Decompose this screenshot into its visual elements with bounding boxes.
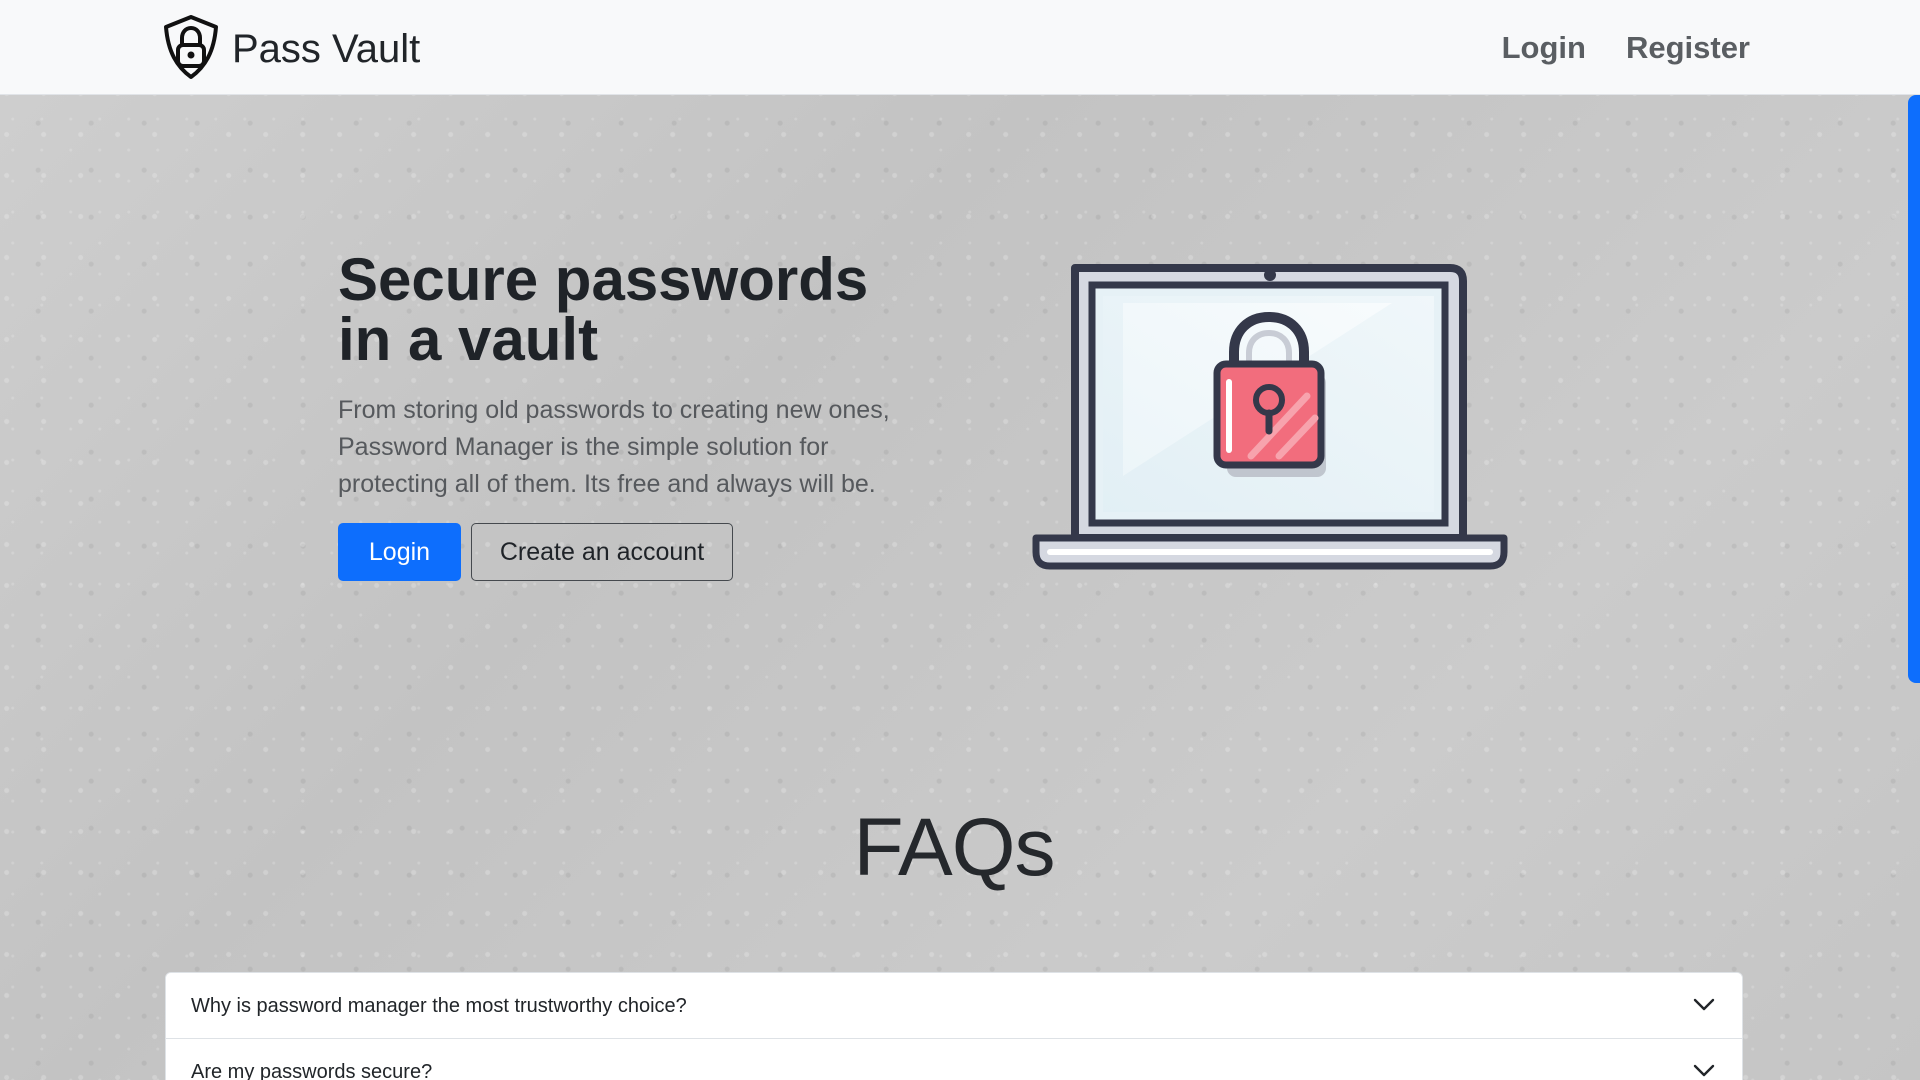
login-button[interactable]: Login — [338, 523, 461, 581]
brand-name: Pass Vault — [232, 26, 421, 71]
faq-question: Why is password manager the most trustwo… — [191, 995, 687, 1017]
chevron-down-icon — [1690, 991, 1718, 1019]
laptop-lock-icon — [1030, 260, 1510, 575]
chevron-down-icon — [1690, 1057, 1718, 1080]
top-navbar: Pass Vault Login Register — [0, 0, 1920, 95]
nav-login-link[interactable]: Login — [1502, 30, 1586, 66]
faq-title: FAQs — [853, 802, 1055, 893]
create-account-button[interactable]: Create an account — [471, 523, 733, 581]
faq-item-trustworthy[interactable]: Why is password manager the most trustwo… — [166, 973, 1742, 1039]
hero-actions: Login Create an account — [338, 523, 733, 581]
faq-accordion: Why is password manager the most trustwo… — [165, 972, 1743, 1080]
main-navigation: Login Register — [1502, 30, 1750, 66]
faq-question: Are my passwords secure? — [191, 1061, 433, 1080]
faq-item-secure[interactable]: Are my passwords secure? — [166, 1039, 1742, 1080]
hero-text: Secure passwords in a vault From storing… — [338, 250, 938, 503]
scrollbar-thumb[interactable] — [1908, 95, 1920, 683]
pass-vault-page: Pass Vault Login Register Secure passwor… — [0, 0, 1920, 1080]
nav-register-link[interactable]: Register — [1626, 30, 1750, 66]
brand-link[interactable]: Pass Vault — [160, 14, 420, 80]
hero-description: From storing old passwords to creating n… — [338, 396, 890, 498]
shield-lock-icon — [160, 14, 222, 80]
hero-title: Secure passwords in a vault — [338, 246, 869, 373]
